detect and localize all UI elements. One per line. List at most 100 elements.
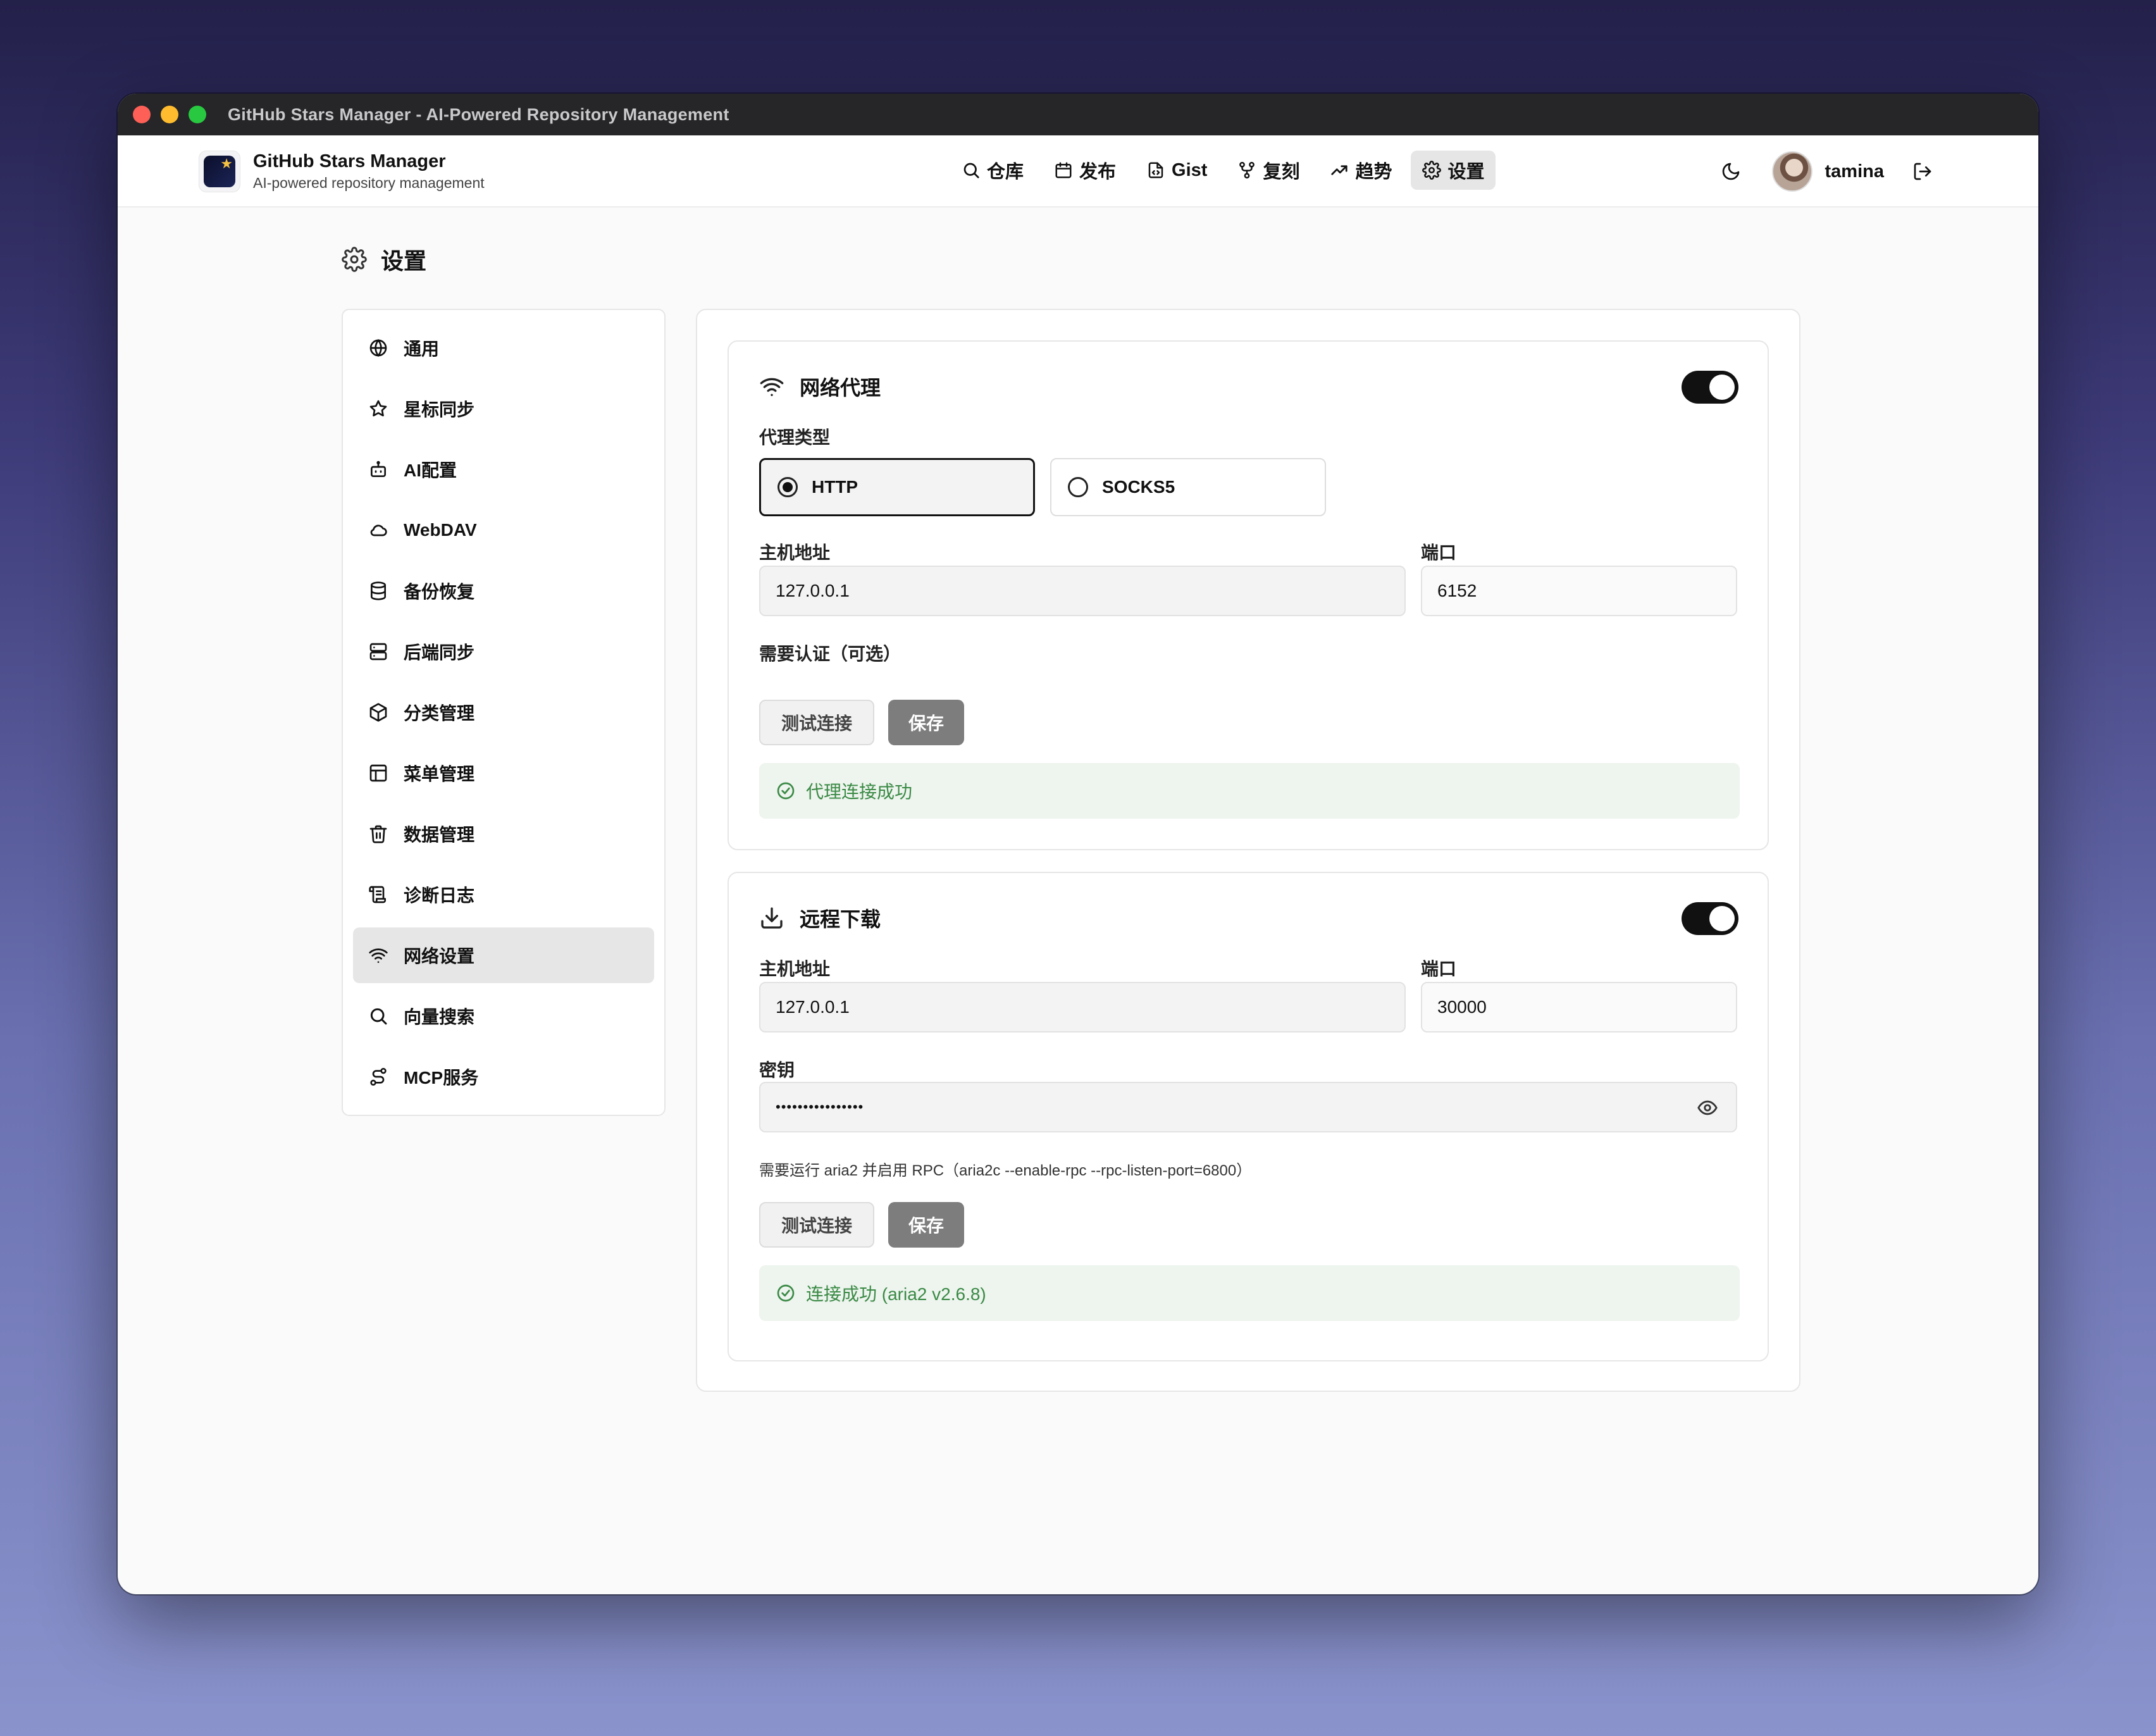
proxy-save-button[interactable]: 保存 (888, 700, 964, 745)
moon-icon (1722, 163, 1739, 180)
sidebar-item-network[interactable]: 网络设置 (353, 927, 654, 983)
package-icon (369, 703, 387, 722)
sidebar-item-label: 备份恢复 (404, 582, 475, 602)
proxy-type-http-option[interactable]: HTTP (759, 458, 1035, 516)
database-icon (371, 581, 386, 600)
secret-label: 密钥 (759, 1060, 795, 1080)
nav-item-label: 设置 (1447, 162, 1485, 182)
fork-icon (1239, 161, 1255, 179)
download-save-button[interactable]: 保存 (888, 1202, 964, 1248)
sidebar-item-label: 向量搜索 (404, 1007, 475, 1027)
download-host-label: 主机地址 (759, 959, 831, 979)
secret-value: •••••••••••••••• (776, 1099, 864, 1115)
user-area: tamina (1714, 148, 1940, 195)
brand-title: GitHub Stars Manager (253, 151, 446, 171)
download-port-input[interactable]: 30000 (1421, 982, 1737, 1032)
nav-item-label: 仓库 (987, 162, 1024, 182)
proxy-port-input[interactable]: 6152 (1421, 566, 1737, 616)
wifi-icon (760, 378, 784, 396)
search-icon (963, 163, 979, 178)
gear-icon (1422, 161, 1442, 180)
nav-item-releases[interactable]: 发布 (1043, 151, 1127, 190)
sidebar-item-label: 网络设置 (404, 946, 475, 966)
check-circle-icon (777, 782, 795, 800)
sidebar-item-label: 后端同步 (404, 643, 475, 662)
proxy-card-header: 网络代理 (759, 372, 881, 401)
close-window-button[interactable] (133, 106, 151, 123)
nav-item-label: 发布 (1079, 162, 1117, 182)
sidebar-item-label: 菜单管理 (404, 764, 475, 784)
download-enable-toggle[interactable] (1682, 902, 1738, 935)
radio-unselected-icon (1068, 477, 1088, 497)
sidebar-item-mcp[interactable]: MCP服务 (353, 1049, 654, 1105)
layout-icon (369, 764, 387, 782)
username: tamina (1825, 161, 1884, 182)
title-bar: GitHub Stars Manager - AI-Powered Reposi… (118, 94, 2038, 135)
theme-toggle-button[interactable] (1714, 154, 1748, 189)
route-icon (370, 1068, 387, 1086)
nav-item-gist[interactable]: Gist (1135, 151, 1218, 190)
sidebar-item-general[interactable]: 通用 (353, 320, 654, 376)
page-header: 设置 (342, 243, 426, 276)
download-title: 远程下载 (800, 908, 881, 931)
logout-button[interactable] (1905, 154, 1940, 189)
sidebar-item-categories[interactable]: 分类管理 (353, 685, 654, 740)
sidebar-item-logs[interactable]: 诊断日志 (353, 867, 654, 922)
sidebar-item-backup[interactable]: 备份恢复 (353, 563, 654, 619)
proxy-type-socks5-option[interactable]: SOCKS5 (1050, 458, 1326, 516)
avatar[interactable] (1771, 151, 1812, 192)
check-circle-icon (777, 1284, 795, 1302)
aria2-hint: 需要运行 aria2 并启用 RPC（aria2c --enable-rpc -… (759, 1162, 1252, 1179)
nav-item-label: 复刻 (1263, 162, 1300, 182)
secret-input[interactable]: •••••••••••••••• (759, 1082, 1737, 1132)
proxy-test-button[interactable]: 测试连接 (759, 700, 874, 745)
proxy-host-input[interactable]: 127.0.0.1 (759, 566, 1406, 616)
nav-item-repositories[interactable]: 仓库 (950, 151, 1035, 190)
trash-icon (369, 825, 387, 843)
download-status-banner: 连接成功 (aria2 v2.6.8) (759, 1265, 1740, 1321)
nav-item-forks[interactable]: 复刻 (1226, 151, 1311, 190)
sidebar-item-ai-config[interactable]: AI配置 (353, 442, 654, 497)
sidebar-item-webdav[interactable]: WebDAV (353, 502, 654, 558)
proxy-status-banner: 代理连接成功 (759, 763, 1740, 819)
proxy-host-value: 127.0.0.1 (776, 581, 850, 600)
nav-item-label: Gist (1172, 159, 1208, 180)
eye-icon[interactable] (1697, 1097, 1718, 1119)
app-window: GitHub Stars Manager - AI-Powered Reposi… (118, 94, 2038, 1594)
download-icon (761, 907, 783, 929)
settings-content: 网络代理 代理类型 HTTP SOCKS5 主机地址 127.0.0.1 端口 … (696, 309, 1800, 1392)
main-nav: 仓库 发布 Gist 复刻 趋势 设置 (950, 151, 1503, 190)
nav-item-label: 趋势 (1355, 162, 1392, 182)
app-logo: ★ (199, 151, 240, 192)
sidebar-item-data[interactable]: 数据管理 (353, 806, 654, 862)
brand[interactable]: ★ GitHub Stars Manager AI-powered reposi… (199, 151, 485, 192)
proxy-port-label: 端口 (1421, 543, 1457, 562)
minimize-window-button[interactable] (161, 106, 178, 123)
star-icon (369, 400, 387, 417)
proxy-port-value: 6152 (1437, 581, 1477, 600)
proxy-status-text: 代理连接成功 (806, 782, 913, 802)
proxy-host-label: 主机地址 (759, 543, 831, 562)
sidebar-item-label: WebDAV (404, 520, 477, 540)
page-title: 设置 (381, 248, 427, 274)
nav-item-settings[interactable]: 设置 (1411, 151, 1496, 190)
download-port-label: 端口 (1421, 959, 1457, 979)
settings-sidebar: 通用 星标同步 AI配置 WebDAV 备份恢复 后端同步 分类管理 菜单管理 (342, 309, 666, 1116)
proxy-enable-toggle[interactable] (1682, 371, 1738, 404)
proxy-auth-label[interactable]: 需要认证（可选） (759, 640, 901, 666)
download-host-input[interactable]: 127.0.0.1 (759, 982, 1406, 1032)
sidebar-item-label: MCP服务 (404, 1068, 479, 1088)
nav-item-trending[interactable]: 趋势 (1318, 151, 1403, 190)
sidebar-item-backend-sync[interactable]: 后端同步 (353, 624, 654, 679)
sidebar-item-menu[interactable]: 菜单管理 (353, 745, 654, 801)
zoom-window-button[interactable] (189, 106, 206, 123)
sidebar-item-label: 分类管理 (404, 704, 475, 723)
sidebar-item-vector-search[interactable]: 向量搜索 (353, 988, 654, 1044)
top-navbar: ★ GitHub Stars Manager AI-powered reposi… (118, 135, 2038, 208)
calendar-icon (1055, 162, 1072, 178)
cloud-icon (370, 524, 387, 536)
trending-icon (1331, 165, 1348, 175)
download-test-button[interactable]: 测试连接 (759, 1202, 874, 1248)
sidebar-item-star-sync[interactable]: 星标同步 (353, 381, 654, 437)
logout-icon (1914, 163, 1931, 180)
